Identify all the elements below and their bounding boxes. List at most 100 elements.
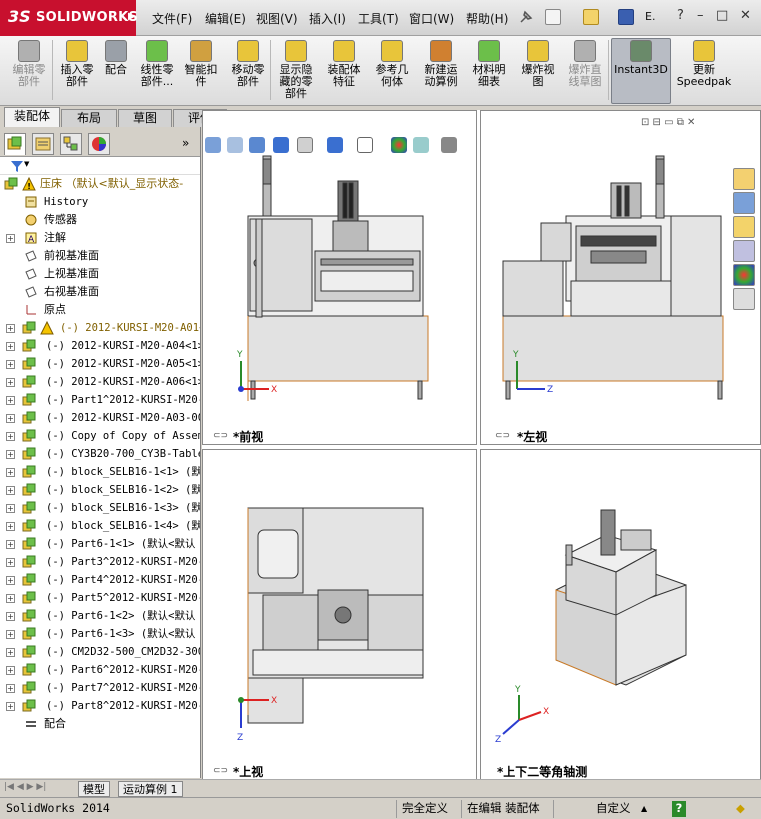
ribbon-button-7[interactable]: 装配体 特征 (320, 38, 368, 104)
tree-filter[interactable]: ▼ (0, 157, 200, 175)
tree-item[interactable]: + (-) block_SELB16-1<4> (默认 (0, 517, 200, 535)
feature-tree-tab-icon[interactable] (4, 133, 26, 155)
expand-icon[interactable]: + (6, 378, 15, 387)
zoom-fit-icon[interactable] (205, 137, 221, 153)
ribbon-button-11[interactable]: 爆炸视 图 (516, 38, 560, 104)
expand-icon[interactable]: + (6, 540, 15, 549)
zoom-area-icon[interactable] (227, 137, 243, 153)
tab-layout[interactable]: 布局 (61, 109, 117, 127)
filter-dropdown-icon[interactable]: ▼ (24, 160, 29, 168)
tab-sketch[interactable]: 草图 (118, 109, 172, 127)
view-orientation-icon[interactable] (297, 137, 313, 153)
save-icon[interactable] (618, 9, 634, 25)
tree-item[interactable]: + (-) 2012-KURSI-M20-A01< (0, 319, 200, 337)
expand-icon[interactable]: + (6, 414, 15, 423)
appearances-icon[interactable] (733, 264, 755, 286)
solidworks-logo[interactable]: 3S SOLIDWORKS ▶ (0, 0, 138, 36)
more-tabs-icon[interactable]: » (182, 136, 189, 150)
tree-item[interactable]: 传感器 (0, 211, 200, 229)
tree-item[interactable]: History (0, 193, 200, 211)
menu-edit[interactable]: 编辑(E) (205, 10, 246, 27)
tree-item[interactable]: + (-) Part6-1<3> (默认<默认 (0, 625, 200, 643)
expand-icon[interactable]: + (6, 576, 15, 585)
tree-item[interactable]: + (-) Part6-1<1> (默认<默认 (0, 535, 200, 553)
expand-icon[interactable]: + (6, 504, 15, 513)
expand-icon[interactable]: + (6, 702, 15, 711)
tree-item[interactable]: + (-) 2012-KURSI-M20-A06<1> (0, 373, 200, 391)
tab-model[interactable]: 模型 (78, 781, 110, 797)
tree-item[interactable]: + (-) block_SELB16-1<2> (默认 (0, 481, 200, 499)
menu-file[interactable]: 文件(F) (152, 10, 192, 27)
tree-item[interactable]: + (-) Part6^2012-KURSI-M20-A (0, 661, 200, 679)
expand-icon[interactable]: + (6, 594, 15, 603)
hide-show-icon[interactable] (357, 137, 373, 153)
expand-icon[interactable]: + (6, 342, 15, 351)
expand-icon[interactable]: + (6, 432, 15, 441)
tree-item[interactable]: + (-) Part1^2012-KURSI-M20-A (0, 391, 200, 409)
tree-item[interactable]: + (-) 2012-KURSI-M20-A04<1> (0, 337, 200, 355)
rebuild-tag-icon[interactable]: ◆ (736, 801, 745, 817)
ribbon-button-12[interactable]: 爆炸直 线草图 (562, 38, 608, 104)
expand-icon[interactable]: + (6, 684, 15, 693)
ribbon-button-1[interactable]: 插入零 部件 (56, 38, 98, 104)
tab-assembly[interactable]: 装配体 (4, 107, 60, 127)
menu-window[interactable]: 窗口(W) (409, 10, 454, 27)
ribbon-button-9[interactable]: 新建运 动算例 (418, 38, 464, 104)
expand-icon[interactable]: + (6, 450, 15, 459)
open-folder-icon[interactable] (583, 9, 599, 25)
status-custom-units[interactable]: 自定义 (596, 801, 631, 817)
tree-item[interactable]: + (-) Part7^2012-KURSI-M20-A (0, 679, 200, 697)
viewport-iso[interactable]: Y X Z *上下二等角轴测 (480, 449, 761, 782)
expand-icon[interactable]: + (6, 234, 15, 243)
viewport-left[interactable]: Y Z ⊂⊃ *左视 ⊡ ⊟ ▭ ⧉ ✕ (480, 110, 761, 445)
expand-icon[interactable]: + (6, 558, 15, 567)
expand-icon[interactable]: + (6, 666, 15, 675)
ribbon-button-0[interactable]: 编辑零 部件 (4, 38, 54, 104)
menu-insert[interactable]: 插入(I) (309, 10, 346, 27)
tree-item[interactable]: + (-) 2012-KURSI-M20-A05<1> (0, 355, 200, 373)
viewport-controls[interactable]: ⊡ ⊟ ▭ ⧉ ✕ (641, 117, 695, 128)
tree-item[interactable]: + (-) Part8^2012-KURSI-M20-A (0, 697, 200, 715)
solidworks-resources-icon[interactable] (733, 168, 755, 190)
tree-item[interactable]: + (-) block_SELB16-1<3> (默认 (0, 499, 200, 517)
display-manager-tab-icon[interactable] (88, 133, 110, 155)
ribbon-button-5[interactable]: 移动零 部件 (226, 38, 270, 104)
expand-icon[interactable]: + (6, 612, 15, 621)
filter-icon[interactable] (10, 159, 24, 173)
expand-icon[interactable]: + (6, 468, 15, 477)
view-settings-icon[interactable] (441, 137, 457, 153)
maximize-button[interactable]: □ (716, 8, 728, 23)
ribbon-button-8[interactable]: 参考几 何体 (370, 38, 414, 104)
ribbon-button-2[interactable]: 配合 (100, 38, 132, 104)
expand-icon[interactable]: + (6, 324, 15, 333)
tree-item[interactable]: + (-) Copy of Copy of Assem1 (0, 427, 200, 445)
help-question-icon[interactable]: ? (672, 801, 686, 817)
tree-item[interactable]: + (-) Part6-1<2> (默认<默认 (0, 607, 200, 625)
menu-help[interactable]: 帮助(H) (466, 10, 508, 27)
configuration-tab-icon[interactable] (60, 133, 82, 155)
design-library-icon[interactable] (733, 192, 755, 214)
tab-motion-study[interactable]: 运动算例 1 (118, 781, 183, 797)
expand-icon[interactable]: + (6, 630, 15, 639)
edit-appearance-icon[interactable] (391, 137, 407, 153)
viewport-top[interactable]: X Z ⊂⊃ *上视 (202, 449, 477, 782)
units-dropdown-icon[interactable]: ▲ (641, 801, 647, 817)
tree-item[interactable]: 配合 (0, 715, 200, 733)
tree-item[interactable]: 右视基准面 (0, 283, 200, 301)
expand-icon[interactable]: + (6, 360, 15, 369)
expand-icon[interactable]: + (6, 522, 15, 531)
file-explorer-icon[interactable] (733, 216, 755, 238)
property-manager-tab-icon[interactable] (32, 133, 54, 155)
custom-properties-icon[interactable] (733, 288, 755, 310)
link-view-icon[interactable]: ⊂⊃ (213, 431, 228, 441)
tree-item[interactable]: + (-) Part4^2012-KURSI-M20-A (0, 571, 200, 589)
expand-icon[interactable]: + (6, 648, 15, 657)
ribbon-button-10[interactable]: 材料明 细表 (466, 38, 512, 104)
tab-scroll-icons[interactable]: |◀ ◀ ▶ ▶| (4, 782, 46, 792)
ribbon-button-6[interactable]: 显示隐 藏的零 部件 (274, 38, 318, 104)
menu-view[interactable]: 视图(V) (256, 10, 298, 27)
tree-item[interactable]: + (-) CM2D32-500_CM2D32-300< (0, 643, 200, 661)
ribbon-button-4[interactable]: 智能扣 件 (180, 38, 222, 104)
section-view-icon[interactable] (273, 137, 289, 153)
apply-scene-icon[interactable] (413, 137, 429, 153)
